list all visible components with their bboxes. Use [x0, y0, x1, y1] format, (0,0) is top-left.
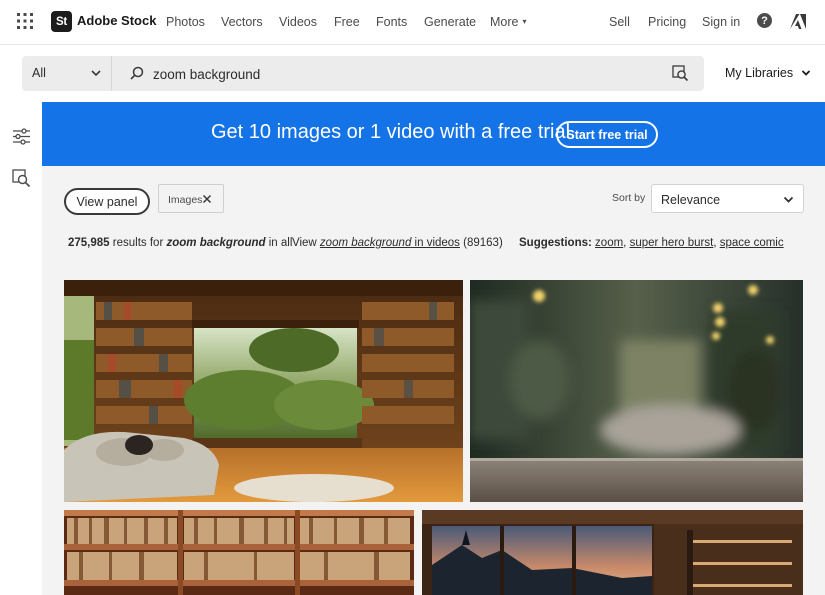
- search-icon: [130, 66, 144, 80]
- thumbnail-image: [422, 510, 803, 595]
- filters-icon[interactable]: [12, 127, 31, 146]
- thumbnail-image: [470, 280, 803, 502]
- adobe-logo-icon[interactable]: [790, 14, 806, 29]
- thumbnail-image: [64, 280, 463, 502]
- suggestion-link[interactable]: space comic: [720, 237, 784, 249]
- chevron-down-icon: [783, 196, 794, 203]
- results-suffix: in all: [268, 237, 293, 249]
- view-in-videos: View zoom background in videos (89163): [292, 237, 503, 249]
- nav-pricing[interactable]: Pricing: [648, 15, 686, 29]
- thumbnail-image: [64, 510, 414, 595]
- view-in-videos-link[interactable]: zoom background in videos: [320, 237, 460, 249]
- banner-text: Get 10 images or 1 video with a free tri…: [211, 121, 576, 143]
- video-suffix: in videos: [414, 237, 460, 249]
- visual-search-icon[interactable]: [12, 169, 31, 188]
- images-filter-chip[interactable]: Images: [158, 184, 224, 213]
- sort-select[interactable]: Relevance: [651, 184, 804, 213]
- nav-fonts[interactable]: Fonts: [376, 15, 407, 29]
- nav-generate[interactable]: Generate: [424, 15, 476, 29]
- chip-label: Images: [168, 194, 203, 206]
- results-prefix: results for: [112, 237, 164, 249]
- adobe-stock-logo[interactable]: St: [51, 11, 72, 32]
- view-prefix: View: [292, 237, 317, 249]
- chevron-down-icon: ▾: [522, 17, 527, 26]
- view-panel-button[interactable]: View panel: [64, 188, 150, 215]
- adobe-stock-wordmark[interactable]: Adobe Stock: [77, 13, 156, 28]
- chevron-down-icon: [91, 70, 101, 77]
- results-summary: 275,985 results for zoom background in a…: [68, 237, 292, 249]
- search-scope-select[interactable]: All: [22, 56, 112, 91]
- left-rail: [0, 102, 42, 595]
- nav-vectors[interactable]: Vectors: [221, 15, 263, 29]
- nav-sign-in[interactable]: Sign in: [702, 15, 740, 29]
- search-scope-value: All: [32, 66, 46, 80]
- result-thumbnail[interactable]: [64, 510, 414, 595]
- nav-sell[interactable]: Sell: [609, 15, 630, 29]
- my-libraries-button[interactable]: My Libraries: [725, 66, 811, 80]
- main-content: Get 10 images or 1 video with a free tri…: [42, 102, 825, 595]
- start-free-trial-button[interactable]: Start free trial: [556, 121, 658, 148]
- suggestions: Suggestions: zoom, super hero burst, spa…: [519, 237, 784, 249]
- results-query: zoom background: [166, 237, 266, 249]
- suggestions-label: Suggestions:: [519, 237, 592, 249]
- suggestion-link[interactable]: zoom: [595, 237, 623, 249]
- top-nav: St Adobe Stock Photos Vectors Videos Fre…: [0, 0, 825, 45]
- result-thumbnail[interactable]: [470, 280, 803, 502]
- video-query: zoom background: [319, 237, 412, 249]
- result-thumbnail[interactable]: [64, 280, 463, 502]
- visual-search-icon[interactable]: [672, 65, 689, 82]
- sort-by-label: Sort by: [612, 192, 646, 204]
- nav-more[interactable]: More ▾: [490, 15, 527, 29]
- my-libraries-label: My Libraries: [725, 66, 794, 80]
- nav-free[interactable]: Free: [334, 15, 360, 29]
- close-icon[interactable]: [202, 194, 212, 204]
- apps-grid-icon[interactable]: [16, 12, 34, 30]
- results-count: 275,985: [68, 237, 110, 249]
- search-box: [112, 56, 704, 91]
- result-thumbnail[interactable]: [422, 510, 803, 595]
- search-input[interactable]: [153, 64, 653, 84]
- chevron-down-icon: [801, 70, 810, 76]
- free-trial-banner: Get 10 images or 1 video with a free tri…: [42, 102, 825, 166]
- nav-photos[interactable]: Photos: [166, 15, 205, 29]
- nav-videos[interactable]: Videos: [279, 15, 317, 29]
- nav-more-label: More: [490, 15, 519, 29]
- sort-value: Relevance: [661, 193, 721, 207]
- video-count: (89163): [463, 237, 503, 249]
- help-icon[interactable]: ?: [757, 13, 772, 28]
- search-row: All My Libraries: [0, 46, 825, 102]
- suggestion-link[interactable]: super hero burst: [630, 237, 714, 249]
